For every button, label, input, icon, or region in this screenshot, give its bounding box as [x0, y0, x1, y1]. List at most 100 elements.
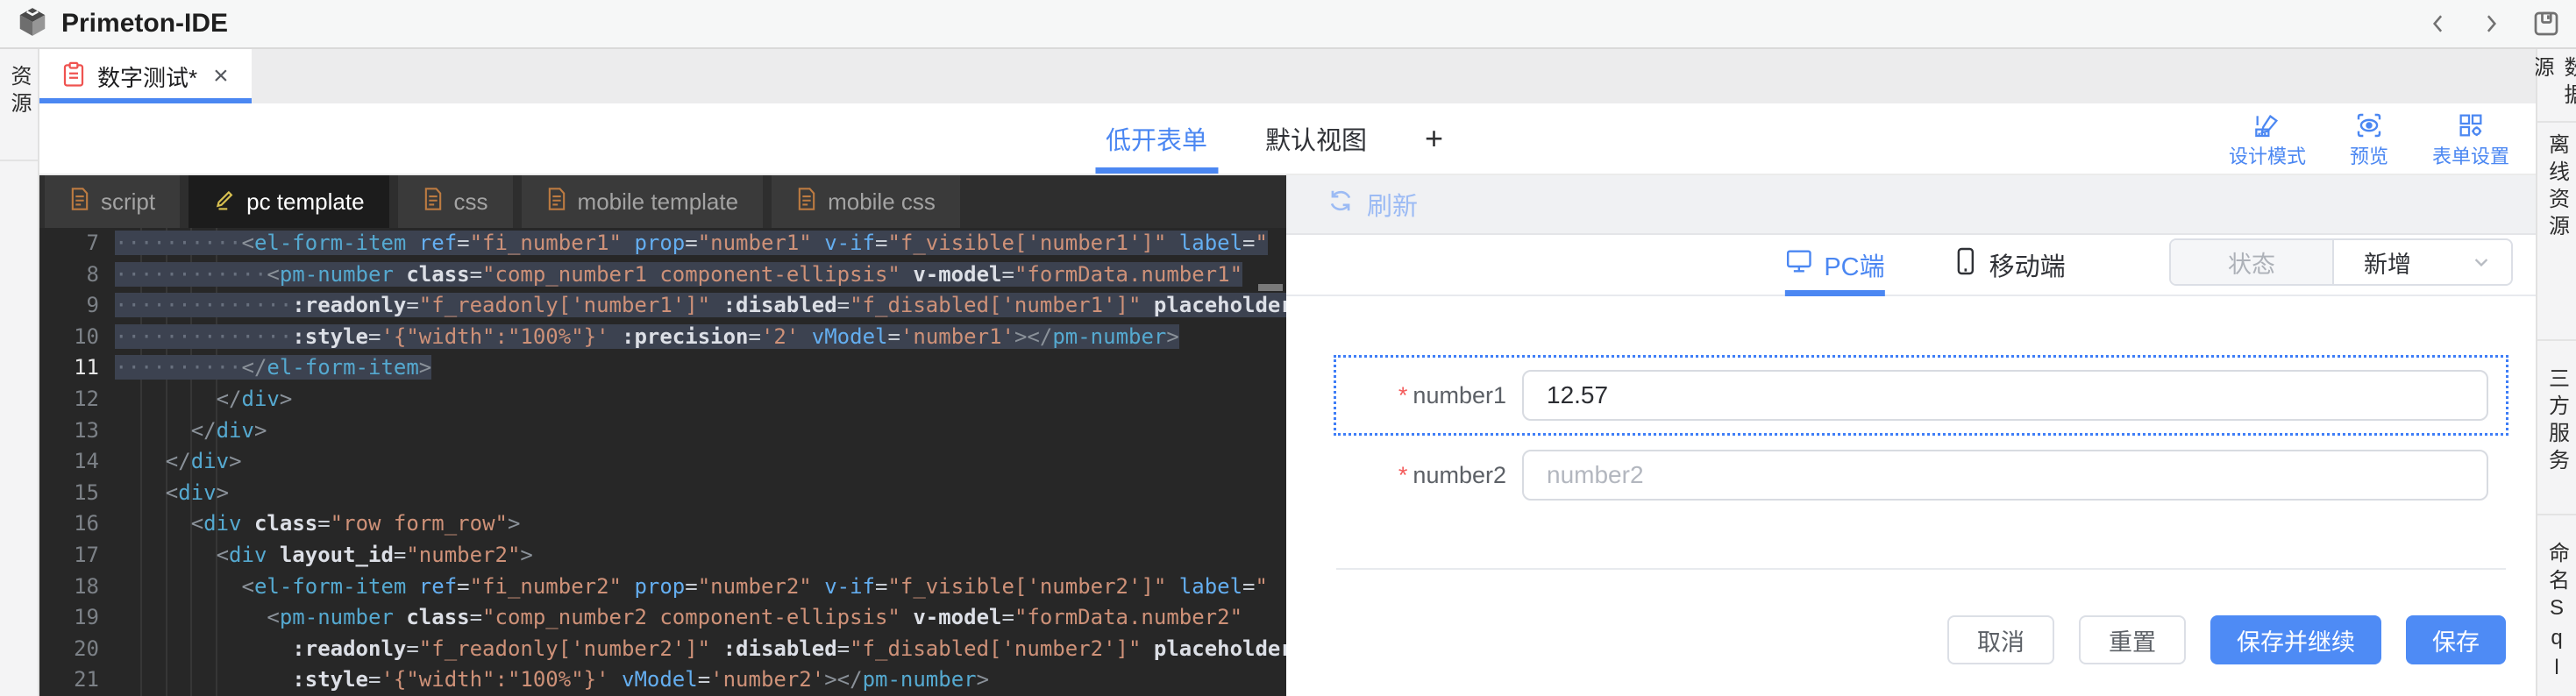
- line-number: 17: [39, 540, 115, 572]
- scrollbar-selection-mark[interactable]: [1258, 284, 1283, 291]
- code-line-16[interactable]: <div class="row form_row">: [115, 508, 1286, 540]
- code-line-19[interactable]: <pm-number class="comp_number2 component…: [115, 602, 1286, 634]
- view-tab-低开表单[interactable]: 低开表单: [1102, 103, 1211, 174]
- chevron-down-icon: [2469, 250, 2494, 274]
- header-action-表单设置[interactable]: 表单设置: [2432, 111, 2509, 167]
- number-input-number1[interactable]: 12.57: [1522, 370, 2488, 421]
- form-button-保存并继续[interactable]: 保存并继续: [2210, 615, 2381, 664]
- form-preview-panel: 刷新 PC端移动端 状态 新增 *number2number2*number11…: [1286, 175, 2536, 696]
- line-number: 15: [39, 478, 115, 509]
- form-canvas: *number2number2*number112.57 取消重置保存并继续保存: [1286, 296, 2536, 696]
- device-tab-row: PC端 移动端 状态 新增: [1286, 235, 2536, 296]
- refresh-bar: 刷新: [1286, 175, 2536, 235]
- top-bar: Primeton-IDE: [0, 0, 2576, 49]
- form-field-row-number1[interactable]: *number112.57: [1336, 358, 2506, 433]
- device-tabs: PC端 移动端: [1784, 235, 2065, 295]
- preview-icon: [2355, 111, 2383, 144]
- left-rail: 资源: [0, 49, 39, 696]
- design-mode-icon: [2253, 111, 2281, 144]
- line-number: 9: [39, 290, 115, 322]
- logo-icon: [16, 5, 49, 43]
- header-action-设计模式[interactable]: 设计模式: [2229, 111, 2306, 167]
- code-line-15[interactable]: <div>: [115, 478, 1286, 509]
- header-action-预览[interactable]: 预览: [2350, 111, 2388, 167]
- editor-tab-pc-template[interactable]: pc template: [189, 175, 388, 228]
- line-number-gutter: 789101112131415161718192021: [39, 228, 115, 696]
- form-settings-icon: [2457, 111, 2485, 144]
- line-number: 18: [39, 572, 115, 603]
- line-number: 20: [39, 634, 115, 665]
- code-line-18[interactable]: <el-form-item ref="fi_number2" prop="num…: [115, 572, 1286, 603]
- required-asterisk: *: [1398, 382, 1408, 408]
- editor-tab-script[interactable]: script: [45, 175, 180, 228]
- file-icon: [69, 187, 90, 217]
- form-header: 低开表单默认视图 + 设计模式预览表单设置: [39, 103, 2536, 175]
- code-line-7[interactable]: ··········<el-form-item ref="fi_number1"…: [115, 228, 1286, 259]
- state-select-group: 状态 新增: [2169, 238, 2513, 286]
- view-tabs: 低开表单默认视图 +: [1102, 103, 1447, 174]
- code-line-21[interactable]: :style='{"width":"100%"}' vModel='number…: [115, 664, 1286, 696]
- rail-item-资源[interactable]: 资源: [0, 49, 38, 161]
- code-area[interactable]: ··········<el-form-item ref="fi_number1"…: [115, 228, 1286, 696]
- field-label-number2: *number2: [1336, 462, 1522, 489]
- refresh-icon: [1327, 187, 1355, 222]
- number-input-number2[interactable]: number2: [1522, 450, 2488, 501]
- file-icon: [796, 187, 817, 217]
- form-button-取消[interactable]: 取消: [1947, 615, 2054, 664]
- rail-item-数据源[interactable]: 数据源: [2537, 49, 2576, 123]
- document-icon: [62, 61, 85, 92]
- code-line-17[interactable]: <div layout_id="number2">: [115, 540, 1286, 572]
- editor-tab-mobile-template[interactable]: mobile template: [522, 175, 764, 228]
- form-button-保存[interactable]: 保存: [2406, 615, 2506, 664]
- line-number: 11: [39, 352, 115, 384]
- form-button-重置[interactable]: 重置: [2079, 615, 2186, 664]
- app-title: Primeton-IDE: [61, 9, 228, 39]
- line-number: 19: [39, 602, 115, 634]
- device-tab-PC端[interactable]: PC端: [1784, 235, 1884, 295]
- document-tab-label: 数字测试*: [97, 60, 197, 93]
- code-editor: scriptpc templatecssmobile templatemobil…: [39, 175, 1286, 696]
- rail-item-命名Sql[interactable]: 命名Sql: [2537, 515, 2576, 696]
- rail-item-三方服务[interactable]: 三方服务: [2537, 341, 2576, 515]
- line-number: 12: [39, 384, 115, 415]
- code-line-8[interactable]: ············<pm-number class="comp_numbe…: [115, 259, 1286, 291]
- editor-tab-mobile-css[interactable]: mobile css: [772, 175, 960, 228]
- line-number: 16: [39, 508, 115, 540]
- add-view-button[interactable]: +: [1421, 103, 1447, 174]
- code-line-20[interactable]: :readonly="f_readonly['number2']" :disab…: [115, 634, 1286, 665]
- refresh-label: 刷新: [1367, 186, 1418, 223]
- forward-icon[interactable]: [2478, 11, 2504, 37]
- line-number: 7: [39, 228, 115, 259]
- state-select[interactable]: 新增: [2334, 240, 2511, 284]
- code-line-11[interactable]: ··········</el-form-item>: [115, 352, 1286, 384]
- back-icon[interactable]: [2425, 11, 2451, 37]
- line-number: 13: [39, 415, 115, 447]
- save-icon[interactable]: [2530, 8, 2562, 39]
- mobile-phone-icon: [1953, 247, 1978, 282]
- editor-tab-css[interactable]: css: [398, 175, 513, 228]
- form-field-row-number2[interactable]: *number2number2: [1336, 440, 2506, 510]
- code-line-13[interactable]: </div>: [115, 415, 1286, 447]
- primeton-ide-window: Primeton-IDE 资源 数据源离线资源三方服务命名Sql 数字测试* ×: [0, 0, 2576, 696]
- rail-item-离线资源[interactable]: 离线资源: [2537, 123, 2576, 341]
- line-number: 14: [39, 446, 115, 478]
- state-select-value: 新增: [2364, 245, 2411, 280]
- header-actions: 设计模式预览表单设置: [2229, 103, 2509, 175]
- view-tab-默认视图[interactable]: 默认视图: [1262, 103, 1370, 174]
- document-tab-bar: 数字测试* ×: [39, 49, 2536, 103]
- refresh-button[interactable]: 刷新: [1327, 186, 1418, 223]
- state-label: 状态: [2171, 240, 2334, 284]
- code-line-10[interactable]: ··············:style='{"width":"100%"}' …: [115, 322, 1286, 353]
- required-asterisk: *: [1398, 462, 1408, 488]
- code-line-9[interactable]: ··············:readonly="f_readonly['num…: [115, 290, 1286, 322]
- code-line-14[interactable]: </div>: [115, 446, 1286, 478]
- line-number: 21: [39, 664, 115, 696]
- pc-monitor-icon: [1784, 248, 1812, 281]
- close-icon[interactable]: ×: [213, 63, 229, 89]
- form-footer-divider: [1336, 568, 2506, 570]
- code-line-12[interactable]: </div>: [115, 384, 1286, 415]
- line-number: 8: [39, 259, 115, 291]
- file-icon: [423, 187, 444, 217]
- device-tab-移动端[interactable]: 移动端: [1953, 235, 2066, 295]
- document-tab[interactable]: 数字测试* ×: [39, 49, 252, 103]
